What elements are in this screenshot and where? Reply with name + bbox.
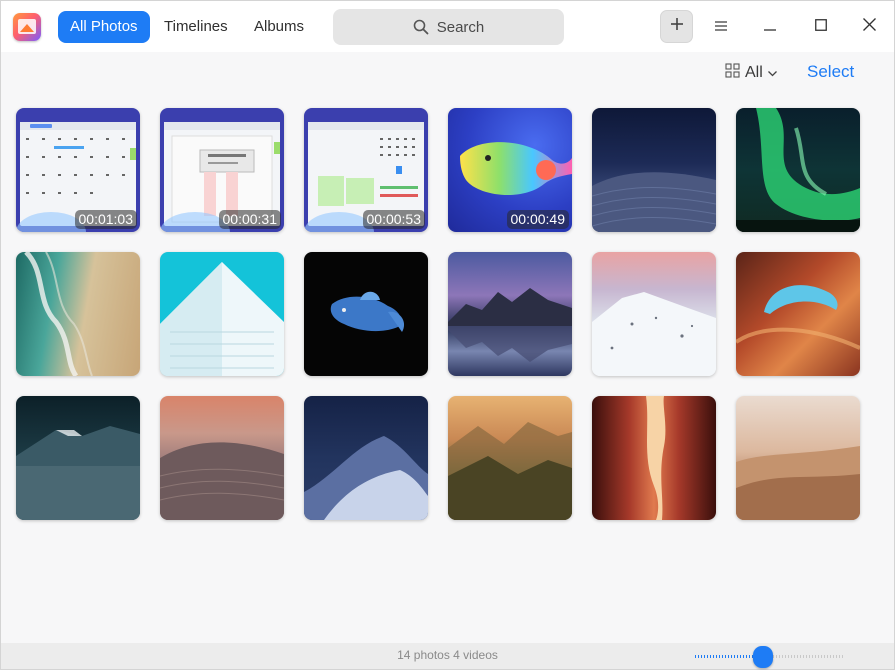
close-button[interactable] — [853, 10, 886, 43]
search-icon — [413, 19, 429, 35]
search-placeholder: Search — [436, 18, 485, 36]
grid-view-icon — [725, 63, 740, 83]
plus-icon — [670, 17, 684, 36]
slot-canyon-image — [646, 396, 666, 520]
photo-thumbnail[interactable] — [160, 252, 284, 376]
video-duration: 00:00:53 — [362, 210, 425, 229]
filter-dropdown[interactable]: All — [725, 61, 777, 85]
photo-thumbnail[interactable] — [448, 252, 572, 376]
photo-thumbnail[interactable] — [160, 396, 284, 520]
video-duration: 00:00:31 — [218, 210, 281, 229]
photo-thumbnail[interactable] — [448, 396, 572, 520]
video-thumbnail[interactable]: 00:00:49 — [448, 108, 572, 232]
hamburger-menu-icon — [714, 18, 727, 36]
photo-thumbnail[interactable] — [592, 396, 716, 520]
close-icon — [863, 17, 876, 36]
tab-all-photos[interactable]: All Photos — [58, 11, 150, 43]
menu-button[interactable] — [704, 10, 737, 43]
photo-thumbnail[interactable] — [592, 108, 716, 232]
title-bar: All Photos Timelines Albums Search — [1, 1, 894, 52]
status-bar: 14 photos 4 videos — [1, 643, 894, 669]
photo-thumbnail[interactable] — [736, 252, 860, 376]
photo-thumbnail[interactable] — [304, 396, 428, 520]
sandstone-arch-image — [736, 285, 860, 350]
video-duration: 00:01:03 — [74, 210, 137, 229]
minimize-button[interactable] — [753, 10, 786, 43]
snowy-mountain-image — [592, 292, 716, 376]
zoom-slider-handle[interactable] — [752, 646, 773, 668]
maximize-button[interactable] — [804, 10, 837, 43]
maximize-icon — [814, 18, 827, 36]
chevron-down-icon — [767, 64, 777, 82]
blue-betta-fish-image — [330, 291, 405, 332]
video-thumbnail[interactable]: 00:00:31 — [160, 108, 284, 232]
photo-thumbnail[interactable] — [736, 396, 860, 520]
desert-dunes-night-image — [592, 172, 716, 232]
select-button[interactable]: Select — [807, 62, 854, 82]
tab-albums[interactable]: Albums — [242, 11, 316, 43]
photo-thumbnail[interactable] — [16, 252, 140, 376]
video-thumbnail[interactable]: 00:01:03 — [16, 108, 140, 232]
add-button[interactable] — [660, 10, 693, 43]
sand-dune-sunset-image — [160, 442, 284, 520]
minimize-icon — [763, 18, 776, 36]
zoom-slider[interactable] — [695, 646, 845, 668]
moonlit-dunes-image — [304, 436, 428, 520]
search-input[interactable]: Search — [333, 9, 564, 45]
golden-valley-image — [448, 422, 572, 520]
white-building-image — [160, 262, 284, 376]
aerial-beach-waves-image — [24, 252, 93, 376]
misty-mountain-image — [16, 426, 140, 520]
photo-thumbnail[interactable] — [304, 252, 428, 376]
green-aurora-image — [736, 108, 860, 232]
video-duration: 00:00:49 — [506, 210, 569, 229]
photo-thumbnail[interactable] — [736, 108, 860, 232]
photo-thumbnail[interactable] — [592, 252, 716, 376]
video-thumbnail[interactable]: 00:00:53 — [304, 108, 428, 232]
tab-timelines[interactable]: Timelines — [152, 11, 240, 43]
photo-thumbnail[interactable] — [16, 396, 140, 520]
app-logo-icon — [13, 13, 41, 41]
filter-label: All — [745, 64, 763, 81]
mountain-lake-image — [448, 288, 572, 362]
hazy-dunes-image — [736, 446, 860, 520]
